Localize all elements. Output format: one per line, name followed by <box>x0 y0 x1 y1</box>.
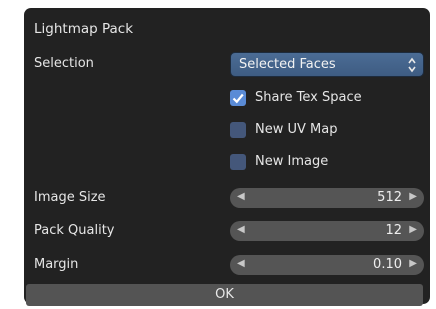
margin-label: Margin <box>34 257 79 272</box>
left-arrow-icon[interactable]: ◀ <box>237 224 245 235</box>
lightmap-pack-dialog: Lightmap Pack Selection Selected Faces S… <box>24 8 430 306</box>
new-image-label[interactable]: New Image <box>255 154 328 169</box>
image-size-field[interactable]: ◀ 512 ▶ <box>230 188 424 208</box>
new-image-checkbox[interactable] <box>230 154 246 170</box>
up-down-chevron-icon <box>408 57 416 73</box>
margin-field[interactable]: ◀ 0.10 ▶ <box>230 255 424 275</box>
share-tex-space-checkbox[interactable] <box>230 90 246 106</box>
check-icon <box>232 93 244 104</box>
pack-quality-field[interactable]: ◀ 12 ▶ <box>230 221 424 241</box>
image-size-label: Image Size <box>34 190 106 205</box>
selection-dropdown[interactable]: Selected Faces <box>230 52 424 77</box>
image-size-value: 512 <box>377 190 402 205</box>
margin-value: 0.10 <box>373 257 402 272</box>
right-arrow-icon[interactable]: ▶ <box>409 191 417 202</box>
new-uv-map-checkbox[interactable] <box>230 122 246 138</box>
left-arrow-icon[interactable]: ◀ <box>237 191 245 202</box>
selection-value: Selected Faces <box>239 57 336 72</box>
share-tex-space-label[interactable]: Share Tex Space <box>255 90 362 105</box>
left-arrow-icon[interactable]: ◀ <box>237 258 245 269</box>
dialog-title: Lightmap Pack <box>34 21 134 37</box>
pack-quality-label: Pack Quality <box>34 223 115 238</box>
selection-label: Selection <box>34 56 94 71</box>
right-arrow-icon[interactable]: ▶ <box>409 258 417 269</box>
ok-button[interactable]: OK <box>26 284 423 306</box>
right-arrow-icon[interactable]: ▶ <box>409 224 417 235</box>
new-uv-map-label[interactable]: New UV Map <box>255 122 337 137</box>
pack-quality-value: 12 <box>385 223 402 238</box>
